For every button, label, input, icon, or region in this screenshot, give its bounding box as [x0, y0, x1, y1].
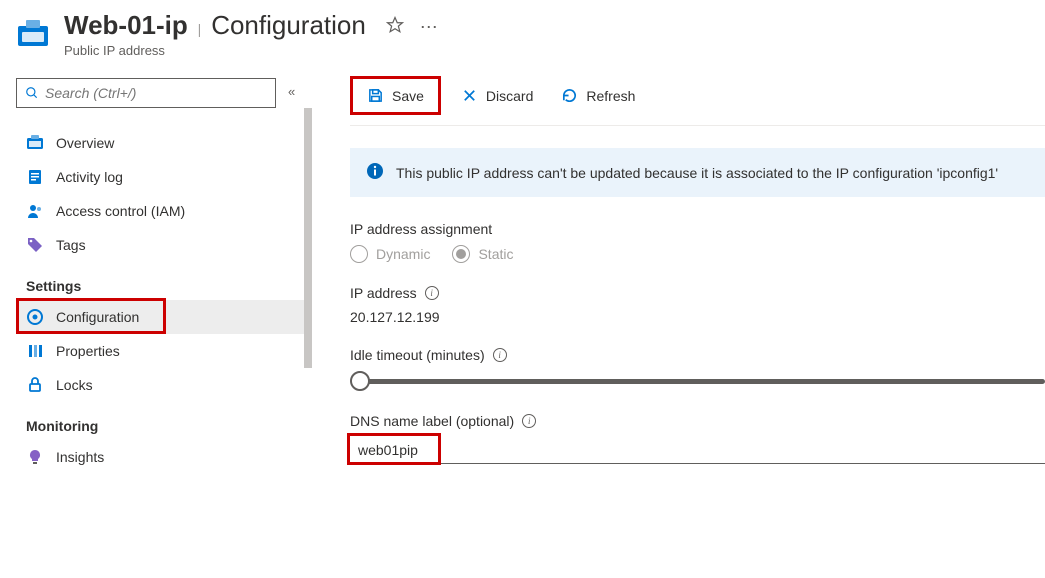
sidebar-item-label: Properties	[56, 343, 120, 359]
info-tooltip-icon[interactable]: i	[522, 414, 536, 428]
sidebar-item-label: Activity log	[56, 169, 123, 185]
info-banner-text: This public IP address can't be updated …	[396, 165, 998, 181]
sidebar-item-label: Access control (IAM)	[56, 203, 185, 219]
info-icon	[366, 162, 384, 183]
public-ip-icon	[16, 16, 50, 50]
sidebar-item-locks[interactable]: Locks	[16, 368, 306, 402]
configuration-icon	[26, 308, 44, 326]
ip-address-label: IP address	[350, 285, 417, 301]
dns-label-group: DNS name label (optional) i	[350, 413, 1045, 464]
resource-type-subtitle: Public IP address	[64, 43, 1045, 58]
activity-log-icon	[26, 168, 44, 186]
collapse-sidebar-icon[interactable]: «	[288, 84, 295, 99]
properties-icon	[26, 342, 44, 360]
sidebar: « Overview Activity log Access control (…	[0, 66, 320, 542]
command-bar: Save Discard Refresh	[350, 76, 1045, 126]
access-control-icon	[26, 202, 44, 220]
page-title: Configuration	[211, 10, 366, 40]
sidebar-item-label: Overview	[56, 135, 114, 151]
main-content: Save Discard Refresh This public IP addr…	[320, 66, 1045, 542]
ip-assignment-group: IP address assignment Dynamic Static	[350, 221, 1045, 263]
sidebar-item-label: Tags	[56, 237, 86, 253]
dns-label: DNS name label (optional)	[350, 413, 514, 429]
radio-icon	[350, 245, 368, 263]
refresh-button[interactable]: Refresh	[549, 81, 647, 110]
info-tooltip-icon[interactable]: i	[425, 286, 439, 300]
radio-icon	[452, 245, 470, 263]
save-icon	[367, 87, 384, 104]
resource-name: Web-01-ip	[64, 10, 188, 40]
sidebar-section-monitoring: Monitoring	[16, 402, 306, 440]
overview-icon	[26, 134, 44, 152]
favorite-star-icon[interactable]	[386, 16, 404, 39]
sidebar-scrollbar[interactable]	[304, 108, 312, 578]
more-menu-icon[interactable]: ⋯	[420, 17, 438, 38]
highlight-annotation: Save	[350, 76, 441, 115]
sidebar-item-tags[interactable]: Tags	[16, 228, 306, 262]
sidebar-item-overview[interactable]: Overview	[16, 126, 306, 160]
sidebar-item-label: Configuration	[56, 309, 139, 325]
sidebar-item-configuration[interactable]: Configuration	[16, 300, 306, 334]
ip-address-group: IP address i 20.127.12.199	[350, 285, 1045, 325]
radio-static: Static	[452, 245, 513, 263]
tags-icon	[26, 236, 44, 254]
sidebar-item-label: Insights	[56, 449, 104, 465]
idle-timeout-group: Idle timeout (minutes) i	[350, 347, 1045, 391]
locks-icon	[26, 376, 44, 394]
search-icon	[25, 86, 39, 100]
blade-header: Web-01-ip | Configuration ⋯ Public IP ad…	[0, 0, 1045, 66]
discard-icon	[461, 87, 478, 104]
sidebar-section-settings: Settings	[16, 262, 306, 300]
sidebar-search[interactable]	[16, 78, 276, 108]
slider-thumb[interactable]	[350, 371, 370, 391]
save-button[interactable]: Save	[355, 81, 436, 110]
title-separator: |	[198, 21, 202, 37]
sidebar-item-insights[interactable]: Insights	[16, 440, 306, 474]
sidebar-search-input[interactable]	[45, 85, 267, 101]
refresh-icon	[561, 87, 578, 104]
sidebar-item-access-control[interactable]: Access control (IAM)	[16, 194, 306, 228]
info-banner: This public IP address can't be updated …	[350, 148, 1045, 197]
radio-dynamic: Dynamic	[350, 245, 430, 263]
sidebar-item-properties[interactable]: Properties	[16, 334, 306, 368]
sidebar-item-activity-log[interactable]: Activity log	[16, 160, 306, 194]
ip-address-value: 20.127.12.199	[350, 309, 1045, 325]
discard-button[interactable]: Discard	[449, 81, 545, 110]
ip-assignment-label: IP address assignment	[350, 221, 492, 237]
idle-timeout-label: Idle timeout (minutes)	[350, 347, 485, 363]
insights-icon	[26, 448, 44, 466]
sidebar-item-label: Locks	[56, 377, 93, 393]
idle-timeout-slider[interactable]	[350, 371, 1045, 391]
dns-name-input[interactable]	[350, 437, 1045, 464]
info-tooltip-icon[interactable]: i	[493, 348, 507, 362]
